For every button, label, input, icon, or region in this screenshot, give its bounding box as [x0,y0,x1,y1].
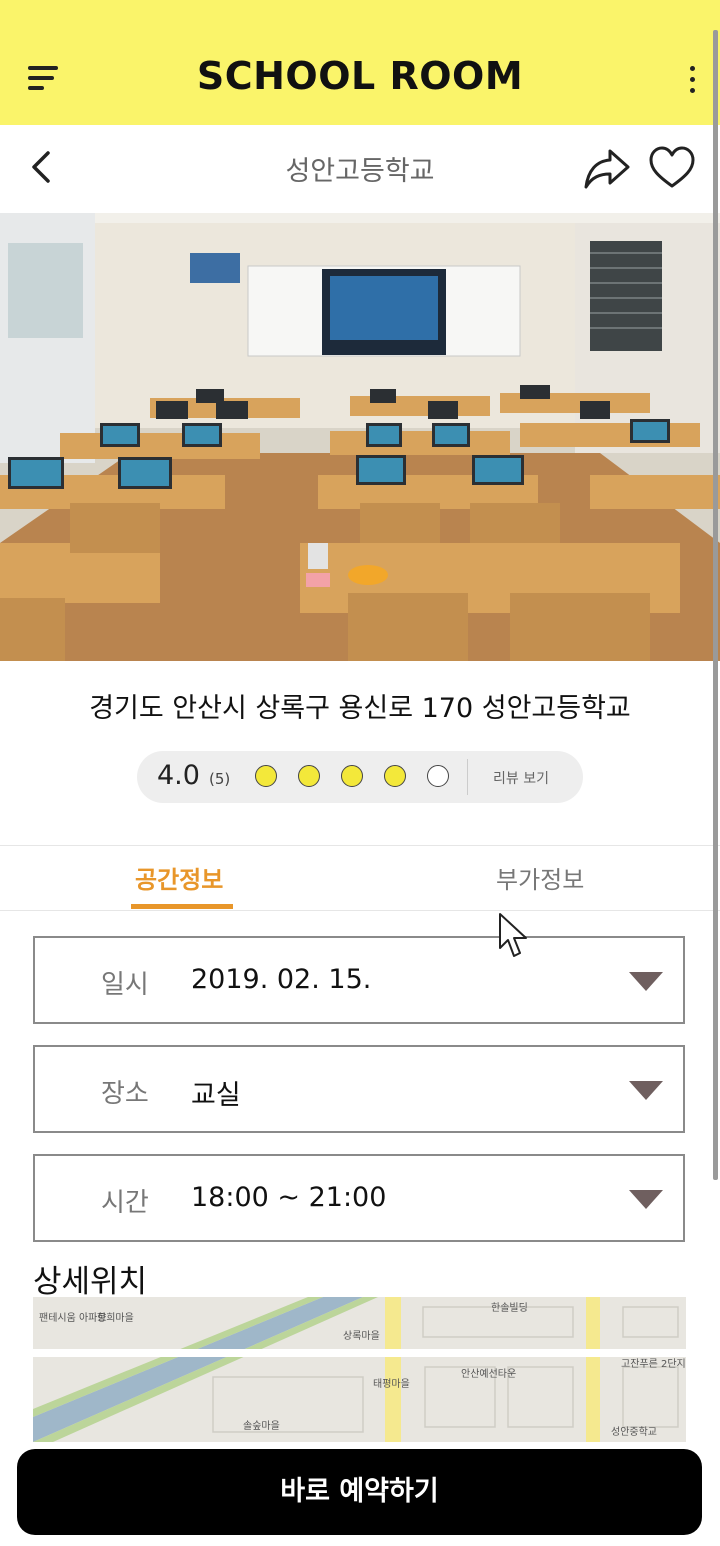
favorite-heart-icon[interactable] [648,145,696,191]
place-label: 장소 [101,1079,149,1109]
share-icon[interactable] [582,143,632,193]
rating-divider [467,759,468,795]
rating-score: 4.0 [157,760,200,791]
map-label-6: 태평마을 [373,1378,410,1390]
more-options-icon[interactable] [686,62,698,96]
map-illustration: 한솔빌딩 팬테시움 아파트 상록마을 안산예선타운 고잔푸른 2단지아 태평마을… [33,1297,686,1442]
classroom-photo-illustration [0,213,720,661]
map-label-5: 고잔푸른 2단지아 [621,1358,686,1370]
map-label-7: 솔숲마을 [243,1420,280,1432]
date-value: 2019. 02. 15. [191,964,372,995]
map-label-1: 한솔빌딩 [491,1302,528,1314]
map-label-3: 상록마을 [343,1330,380,1342]
detail-navbar: 성안고등학교 [0,125,720,213]
scrollbar[interactable] [713,30,718,1180]
info-tabs: 공간정보 부가정보 [0,845,720,911]
book-now-button[interactable]: 바로 예약하기 [17,1449,702,1535]
time-select[interactable]: 시간 18:00 ~ 21:00 [33,1154,685,1242]
active-tab-indicator [131,904,233,909]
classroom-photo[interactable] [0,213,720,661]
place-address: 경기도 안산시 상록구 용신로 170 성안고등학교 [89,693,631,724]
dropdown-arrow-icon [629,1081,663,1100]
app-brand: SCHOOL ROOM [196,54,524,98]
map-label-4: 안산예선타운 [461,1368,516,1380]
rating-circle-filled [298,765,320,787]
rating-circle-filled [255,765,277,787]
mouse-cursor-icon [499,913,527,957]
dropdown-arrow-icon [629,972,663,991]
view-reviews-link[interactable]: 리뷰 보기 [493,768,549,788]
date-select[interactable]: 일시 2019. 02. 15. [33,936,685,1024]
location-section-title: 상세위치 [33,1264,148,1300]
rating-bar: 4.0 (5) 리뷰 보기 [137,751,583,803]
place-value: 교실 [191,1080,241,1111]
app-header: SCHOOL ROOM [0,0,720,125]
map-label-8: 성안중학교 [611,1426,657,1438]
rating-circle-filled [341,765,363,787]
rating-count: (5) [209,770,231,788]
rating-circle-filled [384,765,406,787]
tab-extra-info[interactable]: 부가정보 [496,860,584,895]
time-value: 18:00 ~ 21:00 [191,1182,387,1213]
time-label: 시간 [101,1188,149,1218]
date-label: 일시 [101,970,149,1000]
location-map[interactable]: 한솔빌딩 팬테시움 아파트 상록마을 안산예선타운 고잔푸른 2단지아 태평마을… [33,1297,686,1442]
place-select[interactable]: 장소 교실 [33,1045,685,1133]
tab-space-info[interactable]: 공간정보 [135,860,223,895]
map-label-9: 향희마을 [97,1312,134,1324]
rating-circle-empty [427,765,449,787]
dropdown-arrow-icon [629,1190,663,1209]
